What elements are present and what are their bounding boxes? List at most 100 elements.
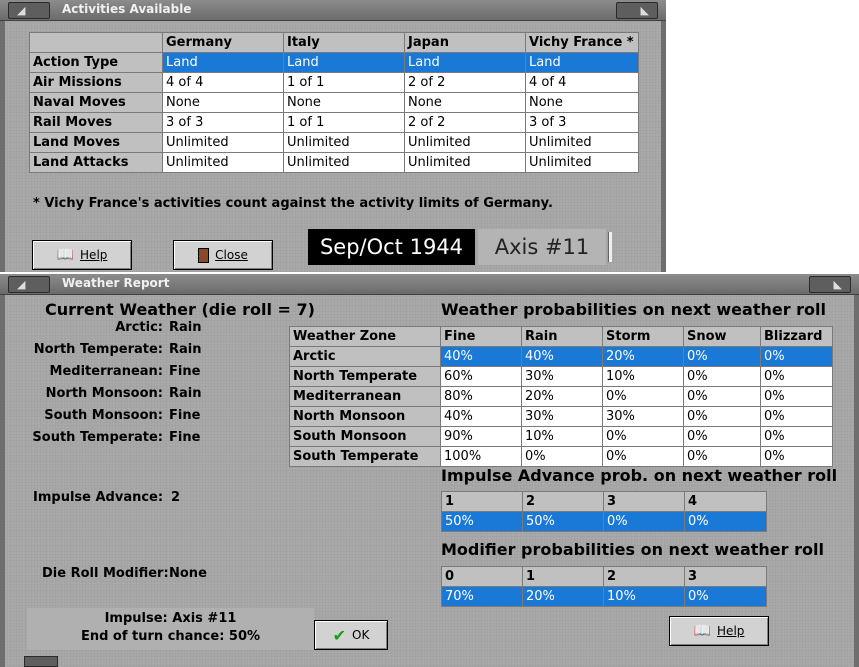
table-cell: Land — [525, 52, 639, 73]
weather-help-button[interactable]: 📖 Help — [669, 616, 769, 646]
column-header-3: 3 — [603, 491, 685, 512]
table-row[interactable]: Rail Moves 3 of 3 1 of 1 2 of 2 3 of 3 — [29, 112, 639, 133]
table-cell: 2 of 2 — [404, 72, 526, 93]
turn-status-panel: Impulse: Axis #11 End of turn chance: 50… — [27, 608, 314, 650]
table-cell: 60% — [440, 366, 522, 387]
table-row[interactable]: South Temperate 100% 0% 0% 0% 0% — [289, 446, 833, 467]
table-row[interactable]: North Monsoon 40% 30% 30% 0% 0% — [289, 406, 833, 427]
close-button[interactable]: Close — [173, 240, 273, 270]
row-label: Mediterranean — [289, 386, 441, 407]
table-cell: 10% — [602, 366, 684, 387]
activities-titlebar[interactable]: ◢ Activities Available ◣ — [0, 0, 666, 21]
ok-button-label: OK — [352, 628, 370, 642]
date-display: Sep/Oct 1944 — [308, 229, 475, 265]
activities-window: ◢ Activities Available ◣ Germany Italy J… — [0, 0, 666, 272]
table-row[interactable]: Action Type Land Land Land Land — [29, 52, 639, 73]
table-cell: 0% — [683, 426, 761, 447]
table-cell: 0% — [602, 426, 684, 447]
table-cell: 0% — [684, 511, 767, 532]
table-cell: Land — [283, 52, 405, 73]
zone-label-south-temperate: South Temperate: — [32, 430, 163, 445]
column-header-4: 4 — [684, 491, 767, 512]
zone-value-south-monsoon: Fine — [169, 408, 201, 423]
row-label: South Monsoon — [289, 426, 441, 447]
table-cell: 10% — [521, 426, 603, 447]
table-row[interactable]: Air Missions 4 of 4 1 of 1 2 of 2 4 of 4 — [29, 72, 639, 93]
window-menu-icon[interactable]: ◢ — [8, 276, 50, 293]
table-header-row: 1 2 3 4 — [441, 491, 767, 512]
table-cell: 3 of 3 — [162, 112, 284, 133]
activities-help-button[interactable]: 📖 Help — [32, 240, 132, 270]
impulse-display: Axis #11 — [478, 229, 606, 265]
weather-titlebar[interactable]: ◢ Weather Report ◣ — [0, 274, 859, 295]
table-cell: 0% — [603, 511, 685, 532]
table-cell: 4 of 4 — [162, 72, 284, 93]
impulse-advance-prob-table: 1 2 3 4 50% 50% 0% 0% — [441, 491, 767, 532]
weather-title: Weather Report — [62, 276, 170, 290]
bottom-left-resize-icon[interactable] — [24, 656, 58, 667]
column-header-3: 3 — [684, 566, 767, 587]
table-cell: 0% — [683, 386, 761, 407]
table-cell: 30% — [521, 406, 603, 427]
table-cell: 40% — [521, 346, 603, 367]
table-cell: None — [525, 92, 639, 113]
zone-label-north-temperate: North Temperate: — [33, 342, 163, 357]
table-row[interactable]: 70% 20% 10% 0% — [441, 586, 767, 607]
die-roll-modifier-label: Die Roll Modifier: — [42, 566, 169, 581]
impulse-advance-label: Impulse Advance: — [33, 490, 164, 505]
table-cell: 50% — [522, 511, 604, 532]
column-header-2: 2 — [603, 566, 685, 587]
die-roll-modifier-value: None — [169, 566, 207, 581]
table-cell: 0% — [760, 406, 833, 427]
column-header-rain: Rain — [521, 326, 603, 347]
table-row[interactable]: Naval Moves None None None None — [29, 92, 639, 113]
table-row[interactable]: South Monsoon 90% 10% 0% 0% 0% — [289, 426, 833, 447]
table-cell: 2 of 2 — [404, 112, 526, 133]
window-resize-icon[interactable]: ◣ — [616, 2, 658, 19]
current-weather-title: Current Weather (die roll = 7) — [45, 300, 315, 319]
table-cell: Land — [162, 52, 284, 73]
table-cell: 1 of 1 — [283, 112, 405, 133]
row-label: North Monsoon — [289, 406, 441, 427]
impulse-display-divider — [608, 232, 612, 262]
modifier-prob-table: 0 1 2 3 70% 20% 10% 0% — [441, 566, 767, 607]
table-cell: 0% — [684, 586, 767, 607]
modifier-prob-title: Modifier probabilities on next weather r… — [441, 540, 824, 559]
column-header-italy: Italy — [283, 32, 405, 53]
table-cell: 40% — [440, 406, 522, 427]
table-cell: Unlimited — [283, 132, 405, 153]
table-header-row: 0 1 2 3 — [441, 566, 767, 587]
row-label: South Temperate — [289, 446, 441, 467]
table-row[interactable]: Land Moves Unlimited Unlimited Unlimited… — [29, 132, 639, 153]
book-icon: 📖 — [56, 247, 75, 263]
table-row[interactable]: Land Attacks Unlimited Unlimited Unlimit… — [29, 152, 639, 173]
ok-button[interactable]: ✔ OK — [314, 620, 388, 650]
table-cell: Unlimited — [525, 132, 639, 153]
column-header-storm: Storm — [602, 326, 684, 347]
row-label: Land Attacks — [29, 152, 163, 173]
table-row[interactable]: North Temperate 60% 30% 10% 0% 0% — [289, 366, 833, 387]
table-cell: 3 of 3 — [525, 112, 639, 133]
door-icon — [198, 247, 210, 263]
zone-label-south-monsoon: South Monsoon: — [44, 408, 163, 423]
table-cell: Unlimited — [162, 152, 284, 173]
zone-value-north-monsoon: Rain — [169, 386, 202, 401]
table-cell: Unlimited — [404, 152, 526, 173]
row-label: North Temperate — [289, 366, 441, 387]
table-row[interactable]: Arctic 40% 40% 20% 0% 0% — [289, 346, 833, 367]
row-label: Naval Moves — [29, 92, 163, 113]
window-resize-icon[interactable]: ◣ — [809, 276, 851, 293]
window-menu-icon[interactable]: ◢ — [8, 2, 50, 19]
table-cell: None — [404, 92, 526, 113]
table-cell: Unlimited — [525, 152, 639, 173]
column-header-germany: Germany — [162, 32, 284, 53]
table-row[interactable]: 50% 50% 0% 0% — [441, 511, 767, 532]
weather-window: ◢ Weather Report ◣ Current Weather (die … — [0, 274, 859, 667]
checkmark-icon: ✔ — [332, 625, 347, 645]
table-cell: 30% — [602, 406, 684, 427]
table-cell: 0% — [602, 386, 684, 407]
status-impulse: Impulse: Axis #11 — [104, 611, 237, 626]
column-header-0: 0 — [441, 566, 523, 587]
table-row[interactable]: Mediterranean 80% 20% 0% 0% 0% — [289, 386, 833, 407]
table-cell: 0% — [683, 406, 761, 427]
